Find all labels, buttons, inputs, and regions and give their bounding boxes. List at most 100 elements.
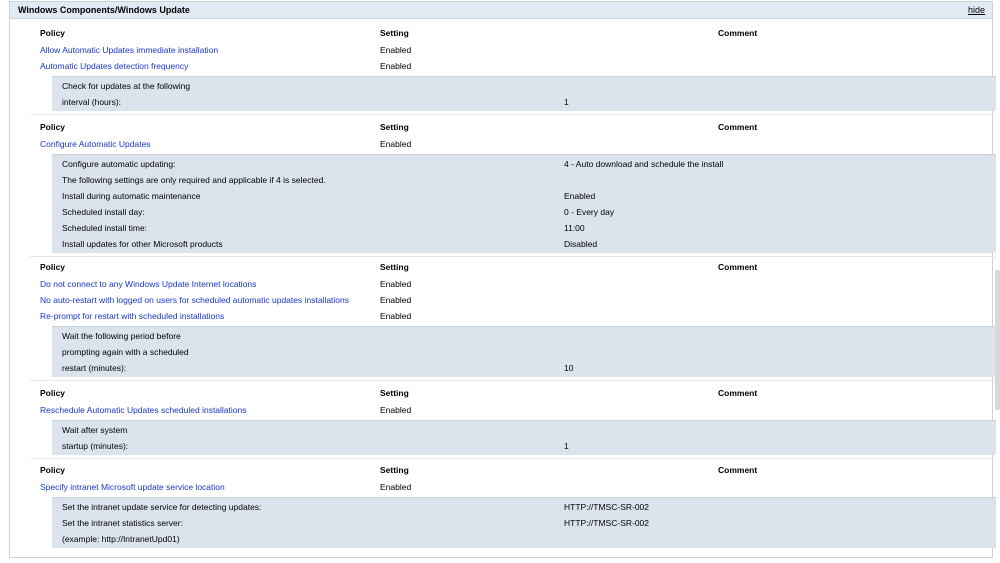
detail-value: HTTP://TMSC-SR-002 <box>564 518 650 528</box>
detail-label: (example: http://IntranetUpd01) <box>62 534 180 544</box>
policy-row: Specify intranet Microsoft update servic… <box>10 479 992 495</box>
policy-setting: Enabled <box>380 61 412 71</box>
policy-row: Reschedule Automatic Updates scheduled i… <box>10 402 992 418</box>
policy-row: Automatic Updates detection frequency Ena… <box>10 58 992 74</box>
policy-setting: Enabled <box>380 295 412 305</box>
scrollbar-thumb[interactable] <box>995 270 1000 410</box>
policy-row: Re-prompt for restart with scheduled ins… <box>10 308 992 324</box>
detail-row: Configure automatic updating: 4 - Auto do… <box>52 156 996 172</box>
detail-row: Check for updates at the following <box>52 78 996 94</box>
detail-row: restart (minutes): 10 <box>52 360 996 376</box>
detail-row: The following settings are only required… <box>52 172 996 188</box>
windows-update-panel: Windows Components/Windows Update hide P… <box>9 1 996 559</box>
column-header-policy: Policy <box>40 465 66 475</box>
detail-value: 0 - Every day <box>564 207 615 217</box>
detail-row: Set the intranet statistics server: HTTP:… <box>52 515 996 531</box>
column-header-row: Policy Setting Comment <box>10 462 992 478</box>
column-header-setting: Setting <box>380 122 409 132</box>
detail-value: 4 - Auto download and schedule the insta… <box>564 159 724 169</box>
column-header-row: Policy Setting Comment <box>10 25 992 41</box>
detail-label: Scheduled install time: <box>62 223 148 233</box>
policy-setting: Enabled <box>380 311 412 321</box>
policy-link[interactable]: Automatic Updates detection frequency <box>40 61 188 71</box>
column-header-policy: Policy <box>40 122 66 132</box>
column-header-comment: Comment <box>718 28 758 38</box>
policy-row: No auto-restart with logged on users for… <box>10 292 992 308</box>
detail-label: startup (minutes): <box>62 441 129 451</box>
policy-detail-block: Configure automatic updating: 4 - Auto do… <box>52 154 996 253</box>
policy-row: Configure Automatic Updates Enabled <box>10 136 992 152</box>
policy-detail-block: Set the intranet update service for dete… <box>52 497 996 548</box>
policy-detail-block: Check for updates at the following interv… <box>52 76 996 111</box>
policy-link[interactable]: Reschedule Automatic Updates scheduled i… <box>40 405 247 415</box>
detail-label: prompting again with a scheduled <box>62 347 189 357</box>
detail-row: Wait the following period before <box>52 328 996 344</box>
policy-detail-block: Wait the following period before promptin… <box>52 326 996 377</box>
detail-value: Disabled <box>564 239 598 249</box>
policy-setting: Enabled <box>380 482 412 492</box>
detail-label: interval (hours): <box>62 97 122 107</box>
column-header-row: Policy Setting Comment <box>10 119 992 135</box>
section-divider <box>30 380 996 381</box>
policy-link[interactable]: No auto-restart with logged on users for… <box>40 295 349 305</box>
detail-value: 10 <box>564 363 574 373</box>
column-header-setting: Setting <box>380 388 409 398</box>
detail-value: 1 <box>564 441 569 451</box>
column-header-row: Policy Setting Comment <box>10 385 992 401</box>
policy-link[interactable]: Configure Automatic Updates <box>40 139 151 149</box>
column-header-policy: Policy <box>40 28 66 38</box>
detail-label: The following settings are only required… <box>62 175 326 185</box>
detail-row: Install updates for other Microsoft prod… <box>52 236 996 252</box>
column-header-setting: Setting <box>380 465 409 475</box>
column-header-comment: Comment <box>718 388 758 398</box>
policy-link[interactable]: Do not connect to any Windows Update Int… <box>40 279 256 289</box>
detail-value: HTTP://TMSC-SR-002 <box>564 502 650 512</box>
detail-label: Wait the following period before <box>62 331 181 341</box>
detail-value: Enabled <box>564 191 596 201</box>
detail-value: 1 <box>564 97 569 107</box>
column-header-policy: Policy <box>40 388 66 398</box>
detail-label: Configure automatic updating: <box>62 159 176 169</box>
hide-link[interactable]: hide <box>968 5 985 15</box>
column-header-row: Policy Setting Comment <box>10 259 992 275</box>
policy-link[interactable]: Specify intranet Microsoft update servic… <box>40 482 225 492</box>
detail-row: (example: http://IntranetUpd01) <box>52 531 996 547</box>
column-header-comment: Comment <box>718 262 758 272</box>
detail-row: Install during automatic maintenance Enab… <box>52 188 996 204</box>
policy-link[interactable]: Allow Automatic Updates immediate instal… <box>40 45 218 55</box>
detail-row: Wait after system <box>52 422 996 438</box>
policy-detail-block: Wait after system startup (minutes): 1 <box>52 420 996 455</box>
policy-setting: Enabled <box>380 45 412 55</box>
column-header-setting: Setting <box>380 28 409 38</box>
detail-label: Install during automatic maintenance <box>62 191 201 201</box>
policy-setting: Enabled <box>380 405 412 415</box>
detail-row: startup (minutes): 1 <box>52 438 996 454</box>
detail-row: Scheduled install time: 11:00 <box>52 220 996 236</box>
section-divider <box>30 114 996 115</box>
detail-value: 11:00 <box>564 223 585 233</box>
policy-row: Do not connect to any Windows Update Int… <box>10 276 992 292</box>
section-divider <box>30 256 996 257</box>
detail-row: Set the intranet update service for dete… <box>52 499 996 515</box>
policy-row: Allow Automatic Updates immediate instal… <box>10 42 992 58</box>
detail-label: Set the intranet update service for dete… <box>62 502 262 512</box>
section-divider <box>30 458 996 459</box>
detail-label: Scheduled install day: <box>62 207 145 217</box>
detail-label: Check for updates at the following <box>62 81 191 91</box>
detail-row: Scheduled install day: 0 - Every day <box>52 204 996 220</box>
column-header-setting: Setting <box>380 262 409 272</box>
policy-setting: Enabled <box>380 139 412 149</box>
detail-label: Wait after system <box>62 425 128 435</box>
detail-label: restart (minutes): <box>62 363 127 373</box>
column-header-comment: Comment <box>718 122 758 132</box>
category-title: Windows Components/Windows Update <box>18 5 190 15</box>
category-header: Windows Components/Windows Update hide <box>10 2 992 19</box>
column-header-policy: Policy <box>40 262 66 272</box>
detail-label: Install updates for other Microsoft prod… <box>62 239 223 249</box>
policy-link[interactable]: Re-prompt for restart with scheduled ins… <box>40 311 224 321</box>
detail-row: interval (hours): 1 <box>52 94 996 110</box>
detail-label: Set the intranet statistics server: <box>62 518 183 528</box>
policy-setting: Enabled <box>380 279 412 289</box>
policy-list: Policy Setting Comment Allow Automatic Upda… <box>10 19 996 559</box>
column-header-comment: Comment <box>718 465 758 475</box>
